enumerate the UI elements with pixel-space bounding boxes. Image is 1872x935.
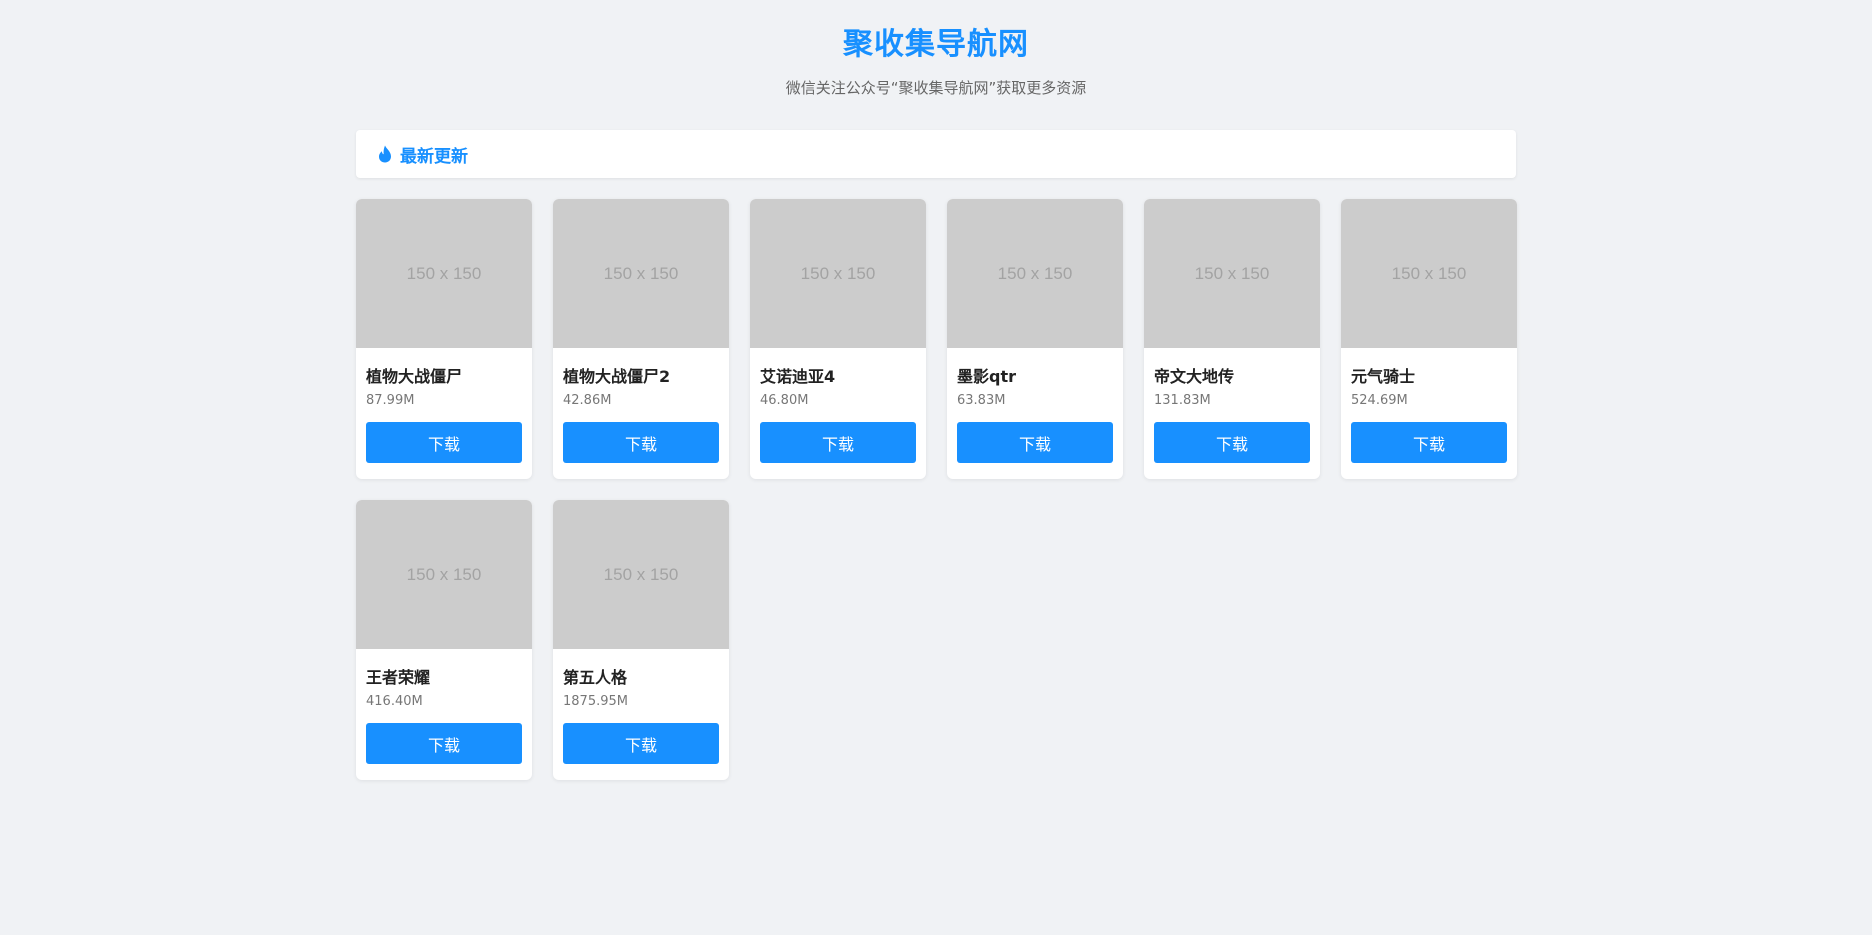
card-body: 帝文大地传 131.83M 下载 <box>1144 367 1320 463</box>
resource-name[interactable]: 艾诺迪亚4 <box>760 367 916 387</box>
section-title: 最新更新 <box>400 146 468 167</box>
card-body: 元气骑士 524.69M 下载 <box>1341 367 1517 463</box>
resource-size: 416.40M <box>366 694 423 709</box>
resource-name[interactable]: 王者荣耀 <box>366 668 522 688</box>
thumbnail-image[interactable]: 150 x 150 <box>356 500 532 649</box>
resource-name[interactable]: 第五人格 <box>563 668 719 688</box>
resource-size: 63.83M <box>957 393 1006 408</box>
resource-card[interactable]: 150 x 150 王者荣耀 416.40M 下载 <box>356 500 532 780</box>
fire-icon <box>379 145 391 163</box>
download-button[interactable]: 下载 <box>563 723 719 764</box>
resource-card[interactable]: 150 x 150 第五人格 1875.95M 下载 <box>553 500 729 780</box>
resource-card[interactable]: 150 x 150 墨影qtr 63.83M 下载 <box>947 199 1123 479</box>
download-button[interactable]: 下载 <box>366 723 522 764</box>
site-title[interactable]: 聚收集导航网 <box>0 27 1872 63</box>
resource-card[interactable]: 150 x 150 植物大战僵尸 87.99M 下载 <box>356 199 532 479</box>
page-header: 聚收集导航网 微信关注公众号“聚收集导航网”获取更多资源 <box>0 0 1872 98</box>
download-button[interactable]: 下载 <box>760 422 916 463</box>
resource-card[interactable]: 150 x 150 植物大战僵尸2 42.86M 下载 <box>553 199 729 479</box>
download-button[interactable]: 下载 <box>957 422 1113 463</box>
resource-grid: 150 x 150 植物大战僵尸 87.99M 下载 150 x 150 植物大… <box>356 199 1517 780</box>
card-body: 植物大战僵尸2 42.86M 下载 <box>553 367 729 463</box>
resource-name[interactable]: 植物大战僵尸 <box>366 367 522 387</box>
resource-size: 87.99M <box>366 393 415 408</box>
resource-name[interactable]: 植物大战僵尸2 <box>563 367 719 387</box>
thumbnail-image[interactable]: 150 x 150 <box>947 199 1123 348</box>
thumbnail-image[interactable]: 150 x 150 <box>750 199 926 348</box>
card-body: 王者荣耀 416.40M 下载 <box>356 668 532 764</box>
download-button[interactable]: 下载 <box>1154 422 1310 463</box>
card-body: 植物大战僵尸 87.99M 下载 <box>356 367 532 463</box>
resource-size: 46.80M <box>760 393 809 408</box>
card-body: 艾诺迪亚4 46.80M 下载 <box>750 367 926 463</box>
thumbnail-image[interactable]: 150 x 150 <box>553 500 729 649</box>
main-container: 最新更新 150 x 150 植物大战僵尸 87.99M 下载 150 x 15… <box>356 130 1517 780</box>
thumbnail-image[interactable]: 150 x 150 <box>356 199 532 348</box>
download-button[interactable]: 下载 <box>1351 422 1507 463</box>
resource-size: 524.69M <box>1351 393 1408 408</box>
site-subtitle: 微信关注公众号“聚收集导航网”获取更多资源 <box>785 79 1087 97</box>
resource-name[interactable]: 墨影qtr <box>957 367 1113 387</box>
section-header: 最新更新 <box>356 130 1516 178</box>
resource-size: 1875.95M <box>563 694 628 709</box>
card-body: 第五人格 1875.95M 下载 <box>553 668 729 764</box>
download-button[interactable]: 下载 <box>563 422 719 463</box>
resource-name[interactable]: 元气骑士 <box>1351 367 1507 387</box>
resource-name[interactable]: 帝文大地传 <box>1154 367 1310 387</box>
card-body: 墨影qtr 63.83M 下载 <box>947 367 1123 463</box>
resource-card[interactable]: 150 x 150 元气骑士 524.69M 下载 <box>1341 199 1517 479</box>
resource-card[interactable]: 150 x 150 帝文大地传 131.83M 下载 <box>1144 199 1320 479</box>
resource-card[interactable]: 150 x 150 艾诺迪亚4 46.80M 下载 <box>750 199 926 479</box>
download-button[interactable]: 下载 <box>366 422 522 463</box>
thumbnail-image[interactable]: 150 x 150 <box>1144 199 1320 348</box>
thumbnail-image[interactable]: 150 x 150 <box>553 199 729 348</box>
thumbnail-image[interactable]: 150 x 150 <box>1341 199 1517 348</box>
resource-size: 131.83M <box>1154 393 1211 408</box>
resource-size: 42.86M <box>563 393 612 408</box>
